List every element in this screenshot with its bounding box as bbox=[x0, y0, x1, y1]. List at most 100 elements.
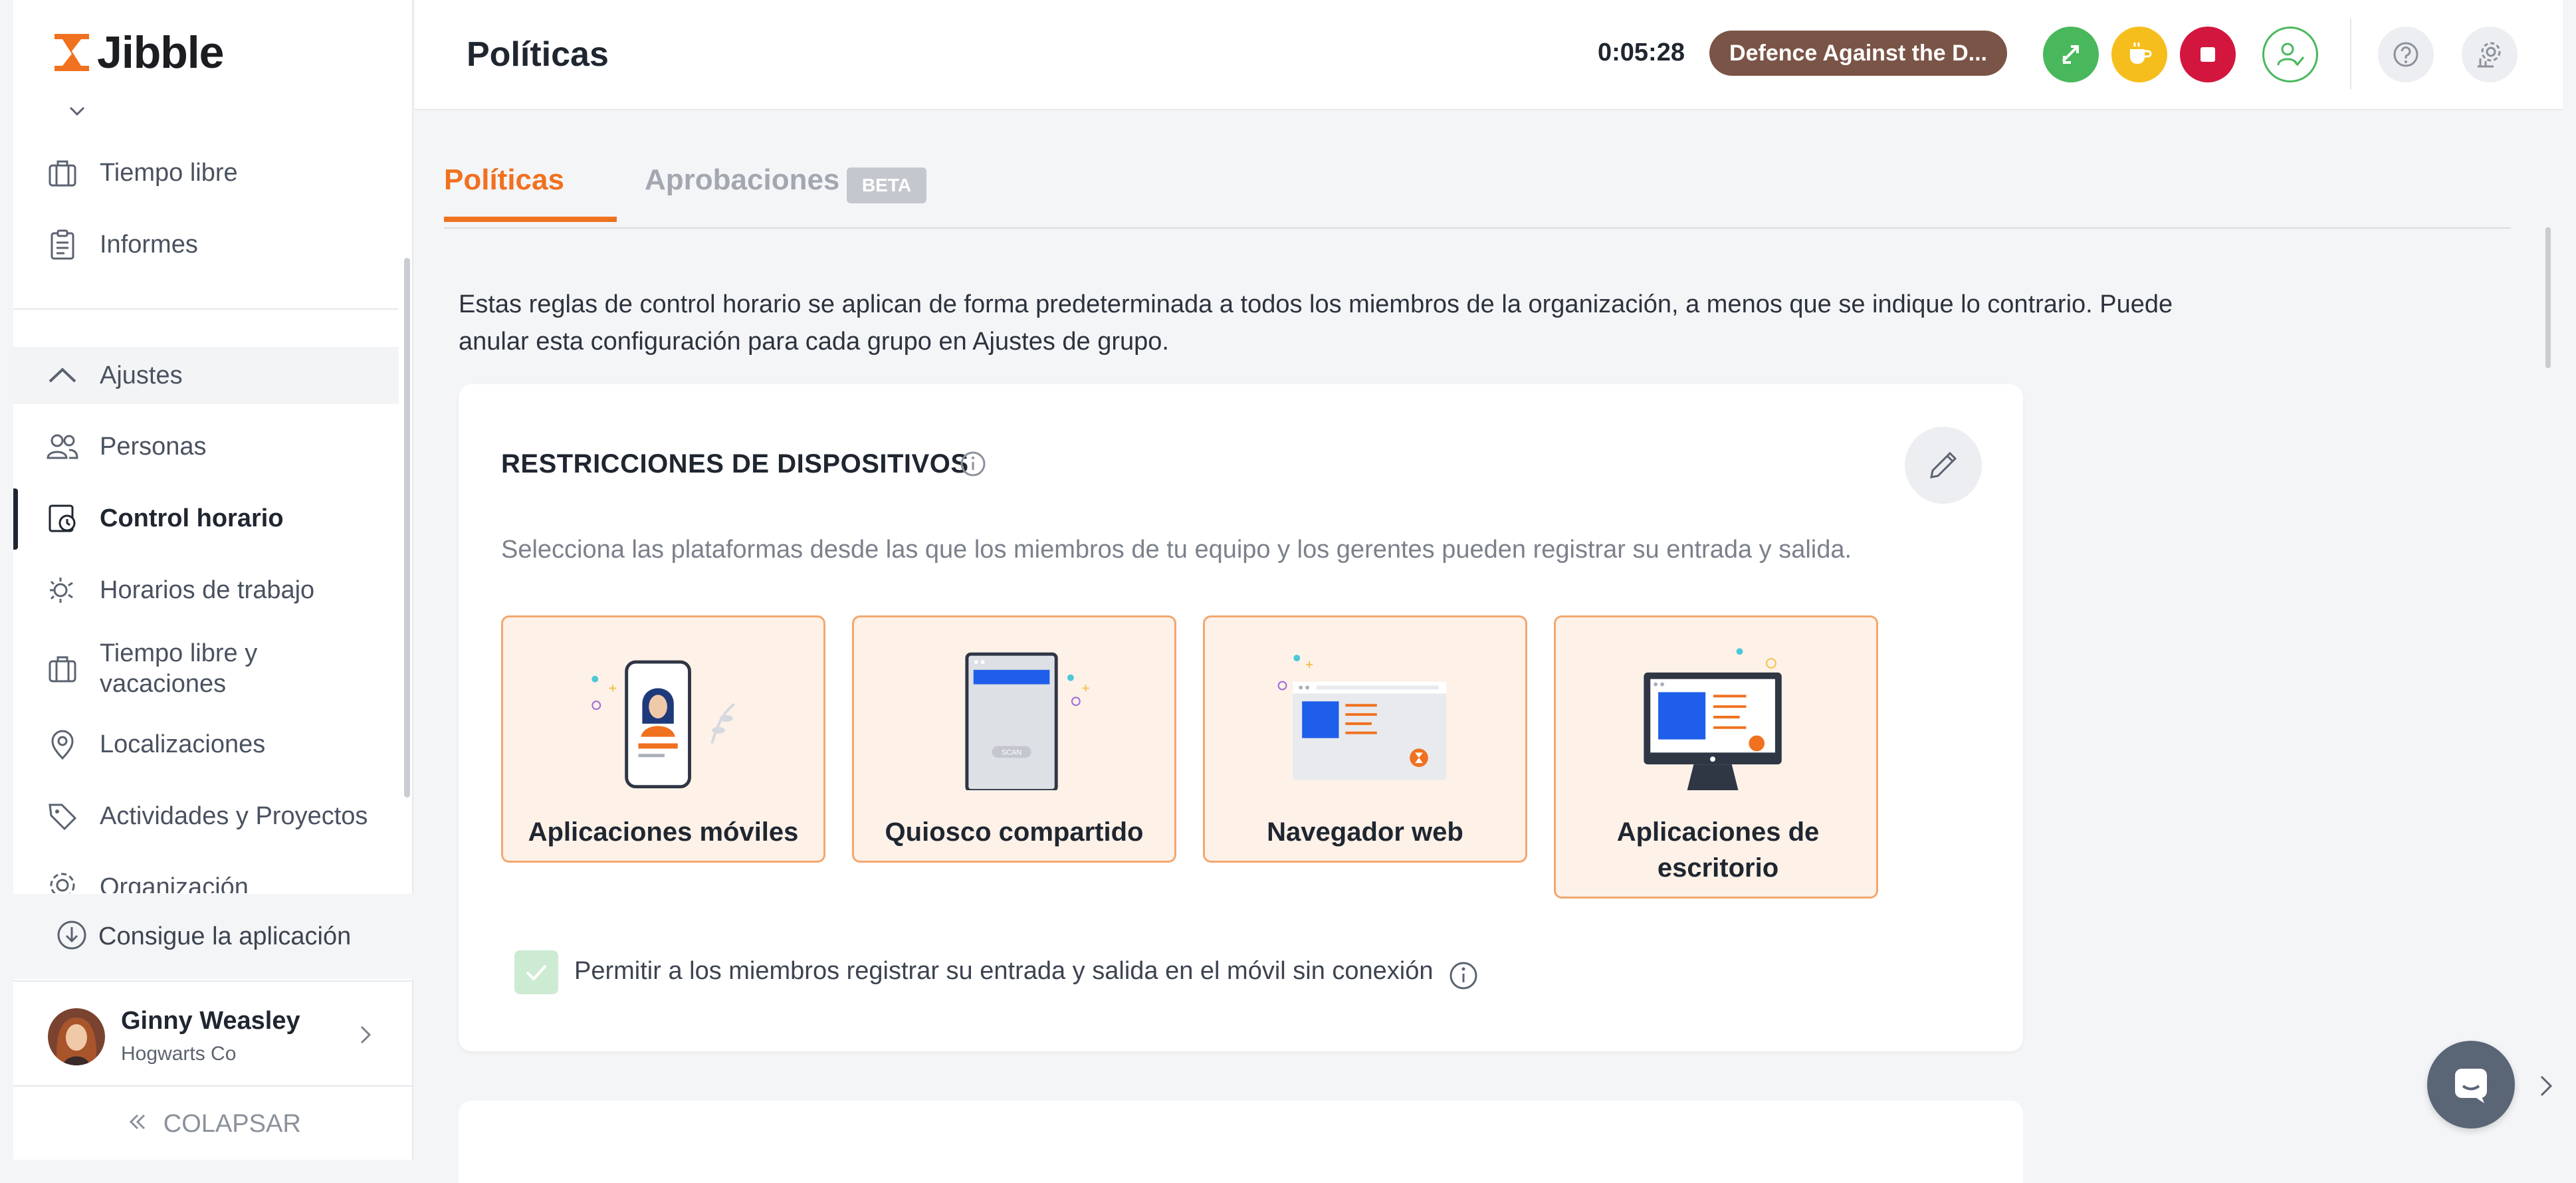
chat-bubble-icon bbox=[2455, 1069, 2487, 1103]
get-app-button[interactable]: Consigue la aplicación bbox=[13, 894, 413, 979]
sidebar-item-organization[interactable]: Organización bbox=[13, 867, 399, 893]
sidebar-item-label: Organización bbox=[100, 873, 249, 893]
tablet-kiosk-illustration: SCAN bbox=[965, 652, 1089, 790]
current-activity-pill[interactable]: Defence Against the D... bbox=[1709, 31, 2007, 76]
beta-badge: BETA bbox=[847, 167, 926, 203]
logo-text: Jibble bbox=[97, 27, 224, 78]
header-separator bbox=[2350, 19, 2351, 89]
pencil-icon bbox=[1930, 451, 1957, 479]
stop-icon bbox=[2200, 47, 2215, 62]
offline-mobile-label: Permitir a los miembros registrar su ent… bbox=[574, 957, 1434, 985]
next-policy-card bbox=[459, 1101, 2023, 1183]
device-tile-web-browser[interactable]: Navegador web bbox=[1203, 615, 1527, 863]
sidebar-scrollbar[interactable] bbox=[404, 258, 410, 798]
break-button[interactable] bbox=[2111, 27, 2167, 82]
info-icon[interactable] bbox=[958, 449, 988, 479]
checkmark-icon bbox=[526, 964, 547, 981]
sidebar-item-locations[interactable]: Localizaciones bbox=[13, 723, 399, 766]
sidebar-item-label: Informes bbox=[100, 230, 198, 259]
offline-mobile-checkbox[interactable] bbox=[514, 950, 558, 994]
collapse-label: COLAPSAR bbox=[163, 1110, 301, 1138]
card-title: RESTRICCIONES DE DISPOSITIVOS bbox=[501, 449, 969, 479]
sidebar-item-label: Horarios de trabajo bbox=[100, 576, 315, 604]
desktop-monitor-illustration bbox=[1644, 648, 1782, 790]
kiosk-scan-text: SCAN bbox=[1002, 748, 1021, 756]
sidebar-item-leave-vacations[interactable]: Tiempo libre y vacaciones bbox=[13, 635, 399, 702]
help-button[interactable] bbox=[2378, 27, 2434, 82]
timer-display: 0:05:28 bbox=[1598, 39, 1685, 66]
card-description: Selecciona las plataformas desde las que… bbox=[501, 536, 1852, 564]
user-name: Ginny Weasley bbox=[121, 1007, 300, 1035]
device-restrictions-card: RESTRICCIONES DE DISPOSITIVOS Selecciona… bbox=[459, 384, 2023, 1051]
sidebar: Jibble Tiempo libre Informes Ajustes Per… bbox=[13, 0, 413, 1160]
work-schedule-icon bbox=[44, 572, 81, 609]
user-organization: Hogwarts Co bbox=[121, 1043, 237, 1065]
coffee-cup-icon bbox=[2130, 43, 2152, 64]
intro-line-2: anular esta configuración para cada grup… bbox=[459, 328, 1169, 356]
sidebar-divider bbox=[13, 308, 399, 310]
tab-approvals[interactable]: Aprobaciones bbox=[645, 163, 839, 197]
clipboard-icon bbox=[44, 226, 81, 263]
sidebar-item-label: Tiempo libre bbox=[100, 158, 238, 187]
sidebar-item-label: Actividades y Proyectos bbox=[100, 802, 368, 830]
sidebar-item-label: Control horario bbox=[100, 504, 284, 532]
edit-button[interactable] bbox=[1905, 427, 1982, 504]
switch-activity-button[interactable] bbox=[2043, 27, 2099, 82]
sidebar-item-time-tracking[interactable]: Control horario bbox=[13, 497, 399, 540]
chevron-down-icon[interactable] bbox=[65, 100, 89, 124]
hourglass-logo-icon bbox=[54, 34, 89, 71]
sidebar-item-activities-projects[interactable]: Actividades y Proyectos bbox=[13, 795, 399, 837]
page-title: Políticas bbox=[467, 35, 609, 74]
sidebar-item-people[interactable]: Personas bbox=[13, 425, 399, 468]
user-profile[interactable]: Ginny Weasley Hogwarts Co bbox=[13, 980, 413, 1087]
device-tile-mobile-apps[interactable]: Aplicaciones móviles bbox=[501, 615, 825, 863]
device-tile-desktop-apps[interactable]: Aplicaciones de escritorio bbox=[1554, 615, 1878, 899]
tab-policies[interactable]: Políticas bbox=[444, 163, 564, 197]
chevron-up-icon bbox=[44, 357, 81, 394]
web-browser-illustration bbox=[1277, 655, 1447, 780]
org-settings-button[interactable] bbox=[2462, 27, 2518, 82]
tile-label: Aplicaciones de escritorio bbox=[1616, 817, 1820, 883]
question-circle-icon bbox=[2393, 42, 2418, 67]
sidebar-item-time-off[interactable]: Tiempo libre bbox=[13, 152, 399, 194]
avatar bbox=[48, 1008, 105, 1065]
main-content: Políticas Aprobaciones BETA Estas reglas… bbox=[416, 112, 2563, 1183]
collapse-sidebar-button[interactable]: COLAPSAR bbox=[13, 1110, 413, 1140]
gear-icon bbox=[44, 867, 81, 893]
intro-line-1: Estas reglas de control horario se aplic… bbox=[459, 290, 2173, 318]
tag-icon bbox=[44, 798, 81, 835]
double-chevron-left-icon bbox=[126, 1110, 150, 1140]
chat-support-button[interactable] bbox=[2427, 1041, 2515, 1129]
info-icon[interactable] bbox=[1448, 960, 1479, 992]
switch-arrows-icon bbox=[2062, 45, 2079, 64]
get-app-label: Consigue la aplicación bbox=[98, 922, 352, 950]
chevron-right-icon bbox=[360, 1025, 372, 1044]
sidebar-item-label: Personas bbox=[100, 432, 207, 461]
people-icon bbox=[44, 428, 81, 465]
sidebar-item-label: Localizaciones bbox=[100, 730, 266, 758]
user-check-icon bbox=[2277, 43, 2305, 66]
policies-intro-text: Estas reglas de control horario se aplic… bbox=[459, 286, 2213, 360]
main-scrollbar[interactable] bbox=[2545, 227, 2551, 368]
suitcase-icon bbox=[44, 154, 81, 191]
sidebar-item-label: Ajustes bbox=[100, 361, 183, 389]
time-tracking-icon bbox=[44, 500, 81, 537]
device-tile-shared-kiosk[interactable]: SCAN Quiosco compartido bbox=[852, 615, 1176, 863]
tile-label: Aplicaciones móviles bbox=[528, 817, 799, 847]
sidebar-section-settings[interactable]: Ajustes bbox=[13, 347, 399, 404]
mobile-phone-illustration bbox=[591, 660, 735, 789]
building-gear-icon bbox=[2478, 42, 2501, 68]
sidebar-item-work-schedules[interactable]: Horarios de trabajo bbox=[13, 569, 399, 611]
jibble-logo[interactable]: Jibble bbox=[52, 27, 224, 78]
active-tab-underline bbox=[444, 217, 617, 222]
top-header: Políticas 0:05:28 Defence Against the D.… bbox=[415, 0, 2563, 110]
download-icon bbox=[56, 919, 88, 954]
tile-label: Quiosco compartido bbox=[885, 817, 1144, 847]
suitcase-icon bbox=[44, 650, 81, 687]
sidebar-item-label: Tiempo libre y vacaciones bbox=[100, 639, 258, 698]
chevron-right-icon[interactable] bbox=[2532, 1073, 2559, 1099]
clock-in-members-button[interactable] bbox=[2262, 27, 2318, 82]
sidebar-item-reports[interactable]: Informes bbox=[13, 223, 399, 266]
location-pin-icon bbox=[44, 726, 81, 763]
stop-button[interactable] bbox=[2180, 27, 2236, 82]
